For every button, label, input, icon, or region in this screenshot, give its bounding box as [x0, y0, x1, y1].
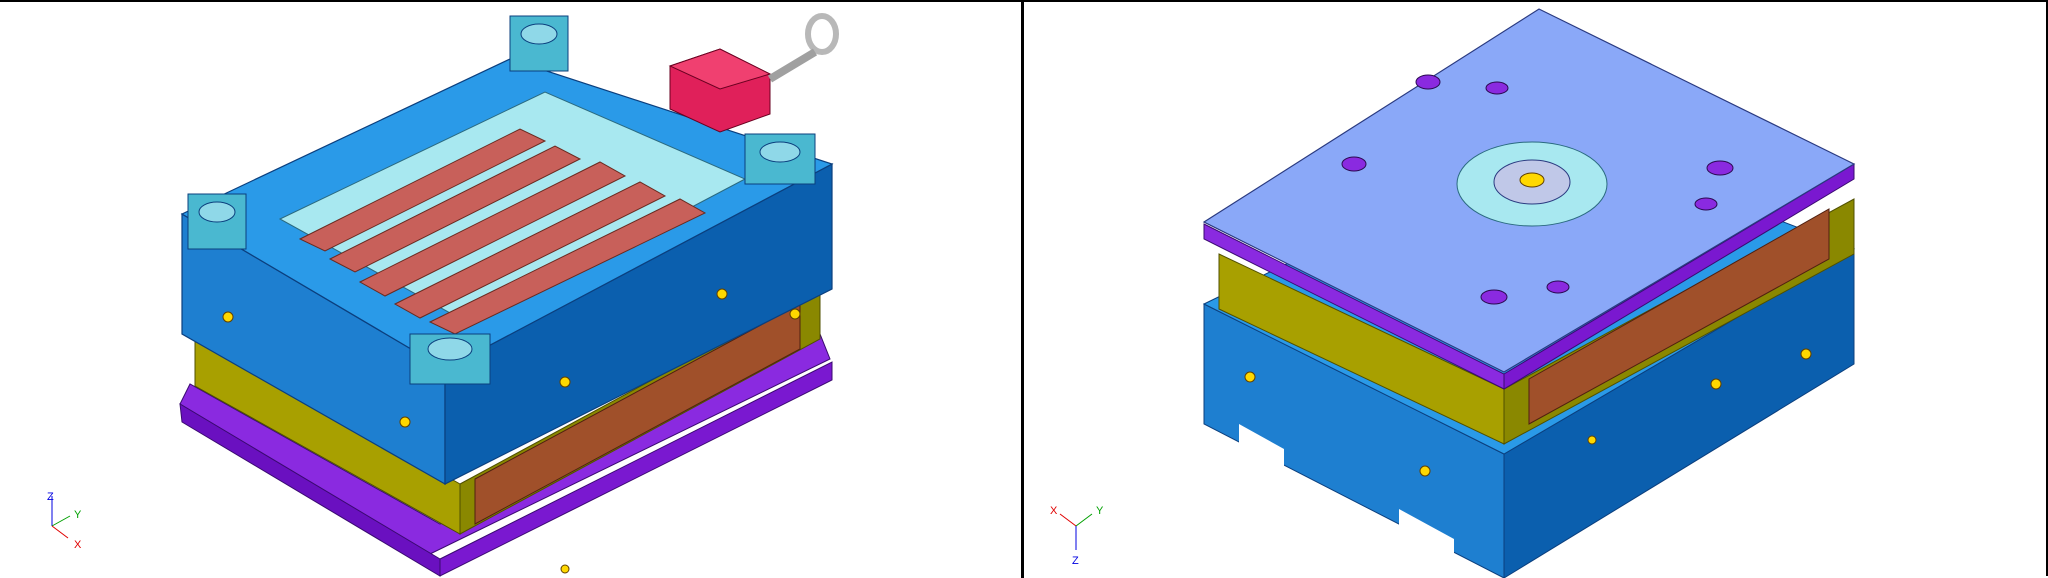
- triad-label-x: X: [74, 539, 82, 551]
- right-viewport[interactable]: X Y Z: [1024, 4, 2046, 578]
- triad-label-z: Z: [1072, 555, 1079, 567]
- lifting-eye-icon: [767, 13, 839, 83]
- triad-label-x: X: [1050, 505, 1058, 517]
- left-viewport[interactable]: Z Y X: [0, 4, 1021, 578]
- triad-label-z: Z: [47, 491, 54, 503]
- triad-label-y: Y: [74, 509, 82, 521]
- mold-cavity-side-model[interactable]: [1024, 4, 2046, 578]
- mold-core-side-model[interactable]: [0, 4, 1021, 578]
- triad-label-y: Y: [1096, 505, 1104, 517]
- coordinate-triad-icon: Z Y X: [34, 486, 114, 566]
- cad-dual-view-window: Z Y X X Y Z: [0, 0, 2048, 578]
- coordinate-triad-icon: X Y Z: [1040, 500, 1120, 578]
